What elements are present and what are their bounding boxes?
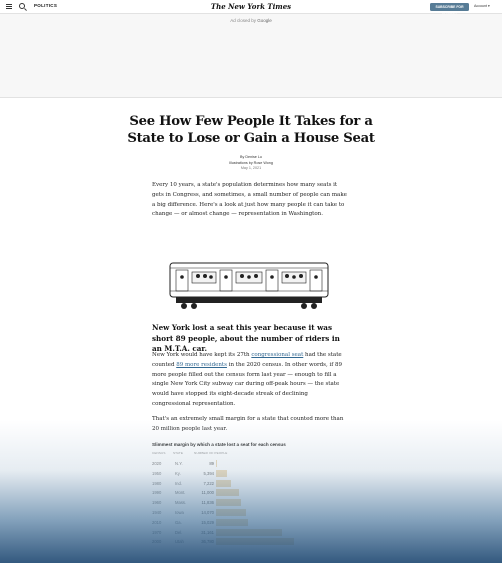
intro-paragraph: Every 10 years, a state's population det… <box>152 182 347 218</box>
congressional-seat-link[interactable]: congressional seat <box>251 352 303 358</box>
ad-slot: Ad closed by Google <box>0 14 502 98</box>
nyt-logo[interactable]: The New York Times <box>0 2 502 11</box>
section-subhead: New York lost a seat this year because i… <box>152 323 340 353</box>
p2-text-1: New York would have kept its 27th <box>152 352 250 358</box>
publish-date: May 1, 2021 <box>240 166 262 170</box>
ad-closed-label: Ad closed by Google <box>0 18 502 23</box>
account-label: Account <box>474 4 487 8</box>
top-navigation-bar: POLITICS The New York Times SUBSCRIBE FO… <box>0 0 502 17</box>
scroll-fade-overlay <box>0 420 502 563</box>
ad-label-prefix: Ad closed by <box>230 18 256 23</box>
account-button[interactable]: Account ▾ <box>474 4 490 8</box>
p2-text-3: in the 2020 census. In other words, if 8… <box>152 361 343 407</box>
google-logo: Google <box>257 18 272 23</box>
body-paragraph: New York would have kept its 27th congre… <box>152 351 348 410</box>
article-headline: See How Few People It Takes for a State … <box>127 114 375 146</box>
subscribe-button[interactable]: SUBSCRIBE FOR $1/WEEK <box>430 3 469 17</box>
subway-car-illustration <box>169 262 329 309</box>
89-more-residents-link[interactable]: 89 more residents <box>176 362 227 368</box>
byline-block: By Denise Lu Illustrations by Rose Wong … <box>0 155 502 172</box>
